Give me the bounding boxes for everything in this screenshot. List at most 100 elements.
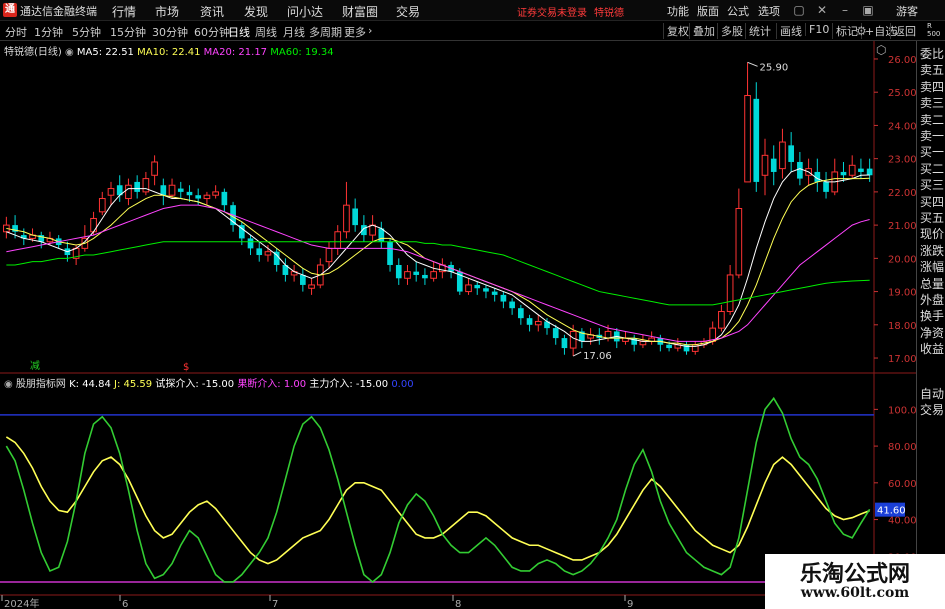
user-label[interactable]: 游客 [896, 3, 918, 19]
price-tick-label: 17.00 [888, 354, 916, 365]
candle-down [474, 284, 481, 289]
candle-down [509, 301, 515, 309]
toolbar-button[interactable]: 多股 [717, 23, 746, 39]
period-tab-active[interactable]: 日线 [228, 24, 250, 40]
menu-item[interactable]: 资讯 [200, 3, 224, 20]
period-tab[interactable]: 周线 [255, 24, 277, 40]
period-tab[interactable]: 1分钟 [34, 24, 63, 40]
gear-icon[interactable]: ⚙ [856, 24, 867, 38]
auto-trade-label[interactable]: 交易 [920, 402, 944, 419]
candle-down [500, 294, 507, 302]
candle-down [518, 308, 524, 319]
indicator-tick-label: 80.00 [888, 442, 916, 453]
candle-down [160, 185, 167, 196]
toolbar-button[interactable]: 统计 [745, 23, 774, 39]
menu-bar: 通 通达信金融终端 行情 市场 资讯 发现 问小达 财富圈 交易 证券交易未登录… [0, 0, 945, 21]
candle-down [797, 161, 803, 179]
login-warning[interactable]: 证券交易未登录 [517, 4, 587, 19]
quote-field-label: 买一 [920, 145, 945, 160]
menu-item-right[interactable]: 公式 [727, 3, 749, 19]
candle-down [753, 98, 760, 182]
candle-up [369, 224, 376, 236]
close-icon[interactable]: ✕ [813, 1, 831, 19]
candle-up [90, 217, 97, 233]
quote-field-label: 涨幅 [920, 260, 945, 275]
candle-up [465, 284, 472, 293]
candle-down [666, 344, 672, 349]
price-tick-label: 18.00 [888, 321, 916, 332]
period-tab[interactable]: 15分钟 [110, 24, 146, 40]
price-tick-label: 24.00 [888, 121, 916, 132]
toolbar-button[interactable]: 叠加 [689, 23, 718, 39]
candle-down [561, 338, 568, 349]
candle-up [404, 271, 411, 279]
menu-item-right[interactable]: 选项 [758, 3, 780, 19]
indicator-k-line [5, 436, 870, 565]
candle-down [300, 274, 306, 285]
chevron-right-icon[interactable]: › [368, 24, 372, 37]
candle-up [534, 320, 542, 326]
candle-down [387, 241, 393, 265]
candle-down [177, 188, 184, 192]
toolbar-button[interactable]: 返回 [890, 23, 919, 39]
toolbar-button[interactable]: 画线 [776, 23, 805, 39]
candle-up [203, 194, 211, 200]
watermark-title: 乐淘公式网 [799, 561, 910, 587]
candle-down [858, 168, 864, 172]
menu-item[interactable]: 行情 [112, 3, 136, 20]
candle-down [483, 288, 489, 292]
candle-down [256, 248, 263, 256]
menu-item-right[interactable]: 版面 [697, 3, 719, 19]
period-tab[interactable]: 月线 [283, 24, 305, 40]
max-pointer [747, 61, 758, 67]
candle-down [352, 208, 358, 226]
current-value-label: 41.60 [877, 506, 906, 517]
candle-down [840, 171, 847, 176]
indicator-tick-label: 100.00 [888, 405, 916, 416]
stock-link[interactable]: 特锐德 [594, 4, 624, 19]
period-more[interactable]: 更多 [344, 24, 366, 40]
candle-up [569, 330, 577, 349]
restore-icon[interactable]: ▢ [790, 1, 808, 19]
period-tab[interactable]: 多周期 [309, 24, 342, 40]
period-toolbar: 分时 1分钟 5分钟 15分钟 30分钟 60分钟 日线 周线 月线 多周期 更… [0, 21, 945, 41]
candle-down [413, 271, 420, 275]
menu-item[interactable]: 市场 [155, 3, 179, 20]
menu-item[interactable]: 交易 [396, 3, 420, 20]
quote-field-label: 卖二 [920, 112, 945, 127]
app-title: 通达信金融终端 [20, 5, 97, 18]
menu-item[interactable]: 问小达 [287, 3, 323, 20]
menu-item-right[interactable]: 功能 [667, 3, 689, 19]
menu-item[interactable]: 发现 [244, 3, 268, 20]
candle-down [395, 264, 402, 279]
candle-up [325, 247, 333, 263]
x-tick-label: 6 [122, 599, 128, 609]
window-icon[interactable]: ▣ [859, 1, 877, 19]
period-tab[interactable]: 5分钟 [72, 24, 101, 40]
candle-up [142, 178, 150, 193]
toolbar-button[interactable]: 复权 [663, 23, 692, 39]
price-tick-label: 19.00 [888, 288, 916, 299]
candle-down [221, 191, 228, 206]
minimize-icon[interactable]: – [836, 1, 854, 19]
period-tab[interactable]: 分时 [5, 24, 27, 40]
price-tick-label: 20.00 [888, 254, 916, 265]
candle-down [134, 181, 140, 192]
menu-item[interactable]: 财富圈 [342, 3, 378, 20]
period-tab[interactable]: 60分钟 [194, 24, 230, 40]
quote-field-label: 涨跌 [920, 243, 945, 258]
quote-field-label: 换手 [920, 309, 945, 324]
quote-field-label: 委比 [920, 47, 945, 61]
min-price-label: 17.06 [583, 351, 612, 362]
quote-field-label: 买三 [920, 178, 945, 193]
min-pointer [572, 351, 582, 357]
toolbar-button[interactable]: F10 [805, 23, 832, 36]
candle-up [98, 198, 106, 213]
price-tick-label: 26.00 [888, 55, 916, 66]
x-tick-label: 7 [272, 599, 278, 609]
period-tab[interactable]: 30分钟 [152, 24, 188, 40]
price-tick-label: 23.00 [888, 155, 916, 166]
quote-field-label: 卖四 [920, 79, 945, 94]
chart-canvas[interactable]: 26.00 25.00 24.00 23.00 22.00 21.00 20.00 19.00… [0, 41, 916, 609]
auto-trade-label[interactable]: 自动 [920, 386, 944, 403]
